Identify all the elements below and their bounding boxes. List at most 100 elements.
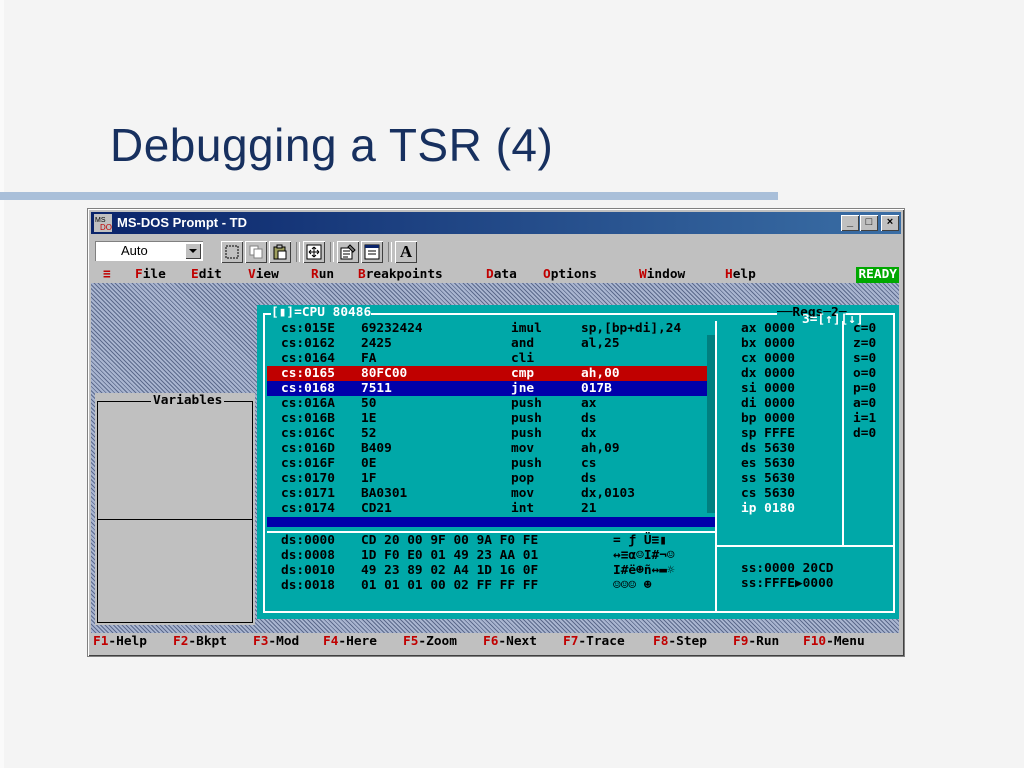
td-menu-item[interactable]: File xyxy=(135,267,166,283)
td-menu-item[interactable]: Help xyxy=(725,267,756,283)
td-menu-item[interactable]: Run xyxy=(311,267,334,283)
function-key-label: -Next xyxy=(498,634,537,649)
mark-button[interactable] xyxy=(221,241,243,263)
flag-row[interactable]: d=0 xyxy=(853,426,876,441)
register-row[interactable]: si 0000 xyxy=(741,381,795,396)
chevron-down-icon[interactable] xyxy=(185,243,201,259)
function-key-f4[interactable]: F4-Here xyxy=(323,633,377,651)
menu-hotkey: D xyxy=(486,267,494,282)
td-menu-item[interactable]: Data xyxy=(486,267,517,283)
cpu-window[interactable]: [▮]=CPU 80486 ──Regs─2─ 3=[↑][↓] cs:015E… xyxy=(257,305,899,619)
function-key-f5[interactable]: F5-Zoom xyxy=(403,633,457,651)
code-vertical-scrollbar[interactable] xyxy=(707,335,715,513)
window-title: MS-DOS Prompt - TD xyxy=(117,215,247,230)
flag-row[interactable]: s=0 xyxy=(853,351,876,366)
copy-button[interactable] xyxy=(245,241,267,263)
menu-label: ptions xyxy=(550,267,597,282)
close-button[interactable]: × xyxy=(881,215,899,231)
register-row[interactable]: ss 5630 xyxy=(741,471,795,486)
register-row[interactable]: ds 5630 xyxy=(741,441,795,456)
td-menu-item[interactable]: Edit xyxy=(191,267,222,283)
register-name: dx xyxy=(741,366,757,381)
function-key-f3[interactable]: F3-Mod xyxy=(253,633,299,651)
maximize-button[interactable]: □ xyxy=(860,215,878,231)
flag-row[interactable]: p=0 xyxy=(853,381,876,396)
flag-row[interactable]: a=0 xyxy=(853,396,876,411)
register-row[interactable]: es 5630 xyxy=(741,456,795,471)
menu-hotkey: R xyxy=(311,267,319,282)
function-key-id: F8 xyxy=(653,634,669,649)
register-row[interactable]: sp FFFE xyxy=(741,426,795,441)
code-addr: cs:016A xyxy=(281,396,335,411)
flag-row[interactable]: o=0 xyxy=(853,366,876,381)
function-key-f8[interactable]: F8-Step xyxy=(653,633,707,651)
code-bytes: BA0301 xyxy=(361,486,408,501)
register-name: bx xyxy=(741,336,757,351)
function-key-label: -Menu xyxy=(826,634,865,649)
function-key-label: -Mod xyxy=(268,634,300,649)
register-row[interactable]: dx 0000 xyxy=(741,366,795,381)
function-key-f7[interactable]: F7-Trace xyxy=(563,633,625,651)
function-key-f2[interactable]: F2-Bkpt xyxy=(173,633,227,651)
function-key-label: -Bkpt xyxy=(188,634,227,649)
code-addr: cs:0168 xyxy=(281,381,335,396)
register-row[interactable]: bp 0000 xyxy=(741,411,795,426)
font-button[interactable]: A xyxy=(395,241,417,263)
menu-label: reakpoints xyxy=(365,267,443,282)
menu-hotkey: O xyxy=(543,267,551,282)
stack-row[interactable]: ss:0000 20CD xyxy=(741,561,833,576)
td-menu-bar: ≡ File Edit View Run Breakpoints Data Options Wi… xyxy=(91,267,899,283)
code-row[interactable]: cs:0168 7511 jne 017B xyxy=(267,381,707,396)
td-menu-item[interactable]: View xyxy=(248,267,279,283)
code-addr: cs:0165 xyxy=(281,366,335,381)
td-menu-item[interactable]: Window xyxy=(639,267,685,283)
stack-row[interactable]: ss:FFFE▶0000 xyxy=(741,576,833,591)
td-menu-item[interactable]: ≡ xyxy=(103,267,111,283)
flag-value: 0 xyxy=(868,321,877,336)
code-horizontal-scrollbar[interactable] xyxy=(267,517,715,527)
function-key-f10[interactable]: F10-Menu xyxy=(803,633,865,651)
register-name: ax xyxy=(741,321,757,336)
slide-title: Debugging a TSR (4) xyxy=(110,119,554,171)
td-menu-item[interactable]: Options xyxy=(543,267,597,283)
register-row[interactable]: cx 0000 xyxy=(741,351,795,366)
code-mnem: mov xyxy=(511,486,535,501)
menu-hotkey: F xyxy=(135,267,143,282)
flag-row[interactable]: z=0 xyxy=(853,336,876,351)
function-key-f1[interactable]: F1-Help xyxy=(93,633,147,651)
code-ops: ds xyxy=(581,471,597,486)
flag-name: z xyxy=(853,336,861,351)
code-ops: ah,00 xyxy=(581,366,620,381)
paste-button[interactable] xyxy=(269,241,291,263)
fullscreen-icon xyxy=(306,244,322,260)
mark-icon xyxy=(225,245,239,259)
font-size-dropdown[interactable]: Auto xyxy=(95,241,203,261)
register-row[interactable]: cs 5630 xyxy=(741,486,795,501)
minimize-button[interactable]: _ xyxy=(841,215,859,231)
code-mnem: mov xyxy=(511,441,535,456)
fullscreen-button[interactable] xyxy=(303,241,325,263)
properties-button[interactable] xyxy=(337,241,359,263)
function-key-f9[interactable]: F9-Run xyxy=(733,633,779,651)
flag-value: 1 xyxy=(868,411,877,426)
flag-row[interactable]: i=1 xyxy=(853,411,876,426)
register-row[interactable]: ip 0180 xyxy=(741,501,795,516)
register-row[interactable]: bx 0000 xyxy=(741,336,795,351)
code-row[interactable]: cs:0165 80FC00 cmp ah,00 xyxy=(267,366,707,381)
register-name: si xyxy=(741,381,757,396)
window-titlebar[interactable]: MS DOS MS-DOS Prompt - TD _ □ × xyxy=(91,212,901,234)
msdos-app-icon: MS DOS xyxy=(94,214,112,232)
register-row[interactable]: di 0000 xyxy=(741,396,795,411)
stack-value: 0000 xyxy=(802,576,834,591)
register-name: cx xyxy=(741,351,757,366)
dump-ascii: = ƒ Ü≡▮ xyxy=(613,533,667,548)
td-menu-item[interactable]: Breakpoints xyxy=(358,267,443,283)
function-key-f6[interactable]: F6-Next xyxy=(483,633,537,651)
variables-pane[interactable]: Variables xyxy=(95,393,255,625)
register-row[interactable]: ax 0000 xyxy=(741,321,795,336)
menu-label: elp xyxy=(732,267,756,282)
flag-row[interactable]: c=0 xyxy=(853,321,876,336)
function-key-id: F10 xyxy=(803,634,827,649)
background-button[interactable] xyxy=(361,241,383,263)
register-value: 0000 xyxy=(764,411,795,426)
